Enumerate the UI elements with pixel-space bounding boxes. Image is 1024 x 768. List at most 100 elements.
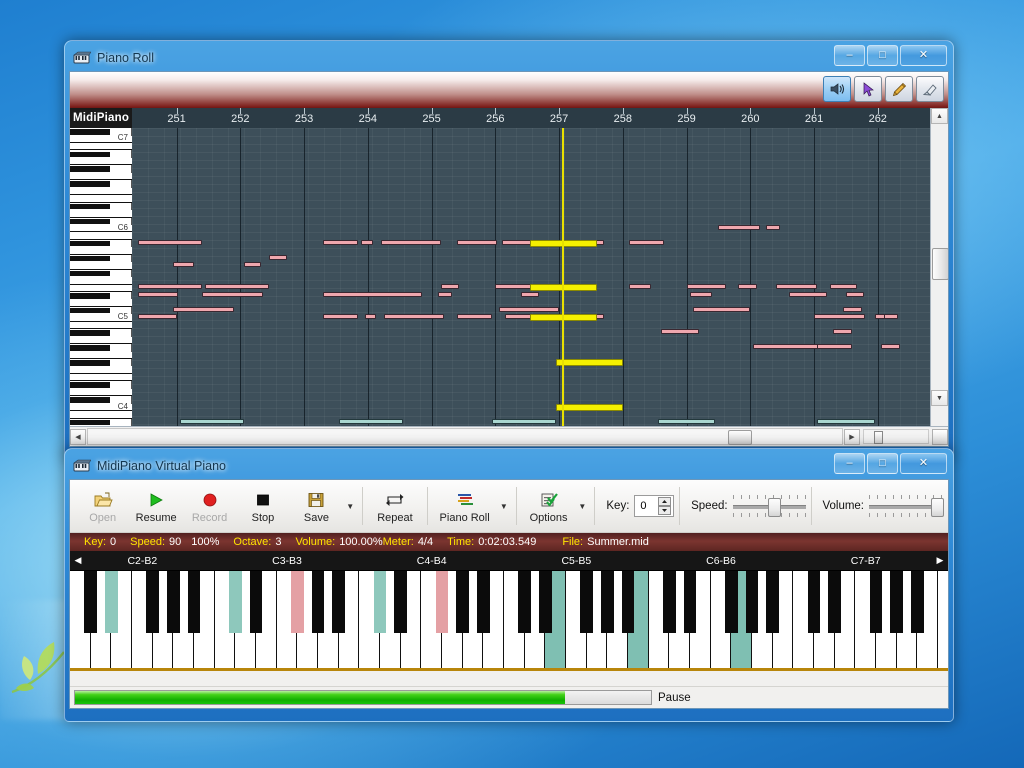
close-button[interactable]: ✕ <box>900 453 947 474</box>
piano-roll-black-key[interactable] <box>70 360 110 366</box>
close-button[interactable]: ✕ <box>900 45 947 66</box>
midi-note[interactable] <box>884 314 899 320</box>
midi-note[interactable] <box>380 239 442 245</box>
playback-progress-row[interactable]: Pause <box>70 686 948 708</box>
midi-note[interactable] <box>788 291 827 297</box>
vertical-scroll-thumb[interactable] <box>932 248 948 280</box>
speed-slider[interactable] <box>732 493 806 519</box>
piano-roll-black-key[interactable] <box>70 270 110 277</box>
piano-black-key[interactable] <box>456 571 469 633</box>
piano-roll-window-controls[interactable]: – □ ✕ <box>834 45 947 66</box>
speed-slider-knob[interactable] <box>767 498 781 517</box>
zoom-slider-thumb[interactable] <box>874 431 883 444</box>
piano-black-key[interactable] <box>807 571 821 633</box>
piano-roll-white-key[interactable] <box>70 142 132 151</box>
midi-note[interactable] <box>737 284 757 290</box>
midi-note[interactable] <box>269 254 287 260</box>
piano-roll-black-key[interactable] <box>70 151 110 157</box>
scroll-right-button[interactable]: ▶ <box>844 428 860 445</box>
piano-roll-white-key[interactable] <box>70 277 132 285</box>
piano-roll-titlebar[interactable]: Piano Roll – □ ✕ <box>69 45 949 71</box>
midi-note[interactable] <box>339 418 403 424</box>
piano-roll-black-key[interactable] <box>70 240 110 247</box>
piano-roll-black-key[interactable] <box>70 293 110 299</box>
midi-note[interactable] <box>718 224 760 230</box>
virtual-piano-keyboard[interactable] <box>70 570 948 671</box>
midi-note[interactable] <box>138 314 177 320</box>
piano-roll-white-key[interactable] <box>70 351 132 359</box>
piano-roll-white-key[interactable] <box>70 210 132 218</box>
piano-roll-white-key[interactable] <box>70 247 132 255</box>
midi-note[interactable] <box>629 284 652 290</box>
midipiano-toolbar[interactable]: Open Resume Record Stop Save ▼ Repeat Pi… <box>70 480 948 533</box>
piano-black-key[interactable] <box>766 571 779 633</box>
scroll-up-button[interactable]: ▲ <box>931 108 948 124</box>
midi-note[interactable] <box>138 291 178 297</box>
piano-roll-white-key[interactable] <box>70 373 132 382</box>
piano-black-key[interactable] <box>890 571 903 633</box>
piano-roll-keys[interactable]: C7 C6 C5 C4 <box>70 128 132 446</box>
midi-note[interactable] <box>243 262 262 268</box>
midi-note[interactable] <box>202 291 263 297</box>
piano-black-key[interactable] <box>332 571 345 633</box>
piano-roll-black-key[interactable] <box>70 181 110 187</box>
midi-note[interactable] <box>817 418 875 424</box>
midi-note[interactable] <box>657 418 716 424</box>
piano-black-key[interactable] <box>518 571 531 633</box>
midi-note[interactable] <box>364 314 377 320</box>
save-button[interactable]: Save <box>290 482 343 530</box>
piano-roll-dropdown-chevron-down-icon[interactable]: ▼ <box>497 482 511 530</box>
erase-tool-button[interactable] <box>916 76 944 102</box>
piano-roll-black-key[interactable] <box>70 345 110 351</box>
midi-note[interactable] <box>138 284 203 290</box>
midi-note[interactable] <box>205 284 270 290</box>
minimize-button[interactable]: – <box>834 453 865 474</box>
piano-roll-white-key[interactable] <box>70 284 132 292</box>
piano-roll-white-key[interactable] <box>70 195 132 203</box>
piano-black-key[interactable] <box>745 571 759 633</box>
midi-note[interactable] <box>173 306 234 312</box>
piano-black-key[interactable] <box>229 571 242 633</box>
piano-black-key[interactable] <box>187 571 201 633</box>
midi-note[interactable] <box>457 314 493 320</box>
chevron-up-icon[interactable] <box>658 497 672 506</box>
scroll-left-button[interactable]: ◀ <box>70 428 86 445</box>
resume-button[interactable]: Resume <box>129 482 182 530</box>
midi-note[interactable] <box>323 314 359 320</box>
midi-note[interactable] <box>753 344 824 350</box>
midi-note[interactable] <box>629 239 665 245</box>
piano-roll-white-key[interactable] <box>70 157 132 166</box>
midi-note[interactable] <box>323 291 422 297</box>
piano-roll-grid-column[interactable]: 251 252 253 254 255 256 257 258 259 260 261 262 <box>132 108 930 446</box>
draw-tool-button[interactable] <box>885 76 913 102</box>
piano-black-key[interactable] <box>146 571 159 633</box>
piano-roll-black-key[interactable] <box>70 129 110 135</box>
piano-roll-white-key[interactable] <box>70 262 132 270</box>
midi-note[interactable] <box>323 239 359 245</box>
piano-black-key[interactable] <box>539 571 552 633</box>
zoom-slider[interactable] <box>863 429 929 444</box>
piano-black-key[interactable] <box>373 571 387 633</box>
minimize-button[interactable]: – <box>834 45 865 66</box>
midipiano-titlebar[interactable]: MidiPiano Virtual Piano – □ ✕ <box>69 453 949 479</box>
midi-note[interactable] <box>179 418 244 424</box>
midi-note[interactable] <box>173 262 195 268</box>
midi-note[interactable] <box>880 344 901 350</box>
key-stepper[interactable]: 0 <box>634 495 675 517</box>
midi-note[interactable] <box>829 284 857 290</box>
piano-black-key[interactable] <box>683 571 697 633</box>
midi-note[interactable] <box>833 329 853 335</box>
piano-black-key[interactable] <box>580 571 593 633</box>
piano-black-key[interactable] <box>311 571 325 633</box>
maximize-button[interactable]: □ <box>867 45 898 66</box>
playback-progress-bar[interactable] <box>74 690 652 705</box>
midi-note[interactable] <box>661 329 700 335</box>
piano-roll-white-key[interactable] <box>70 232 132 240</box>
midi-note[interactable] <box>441 284 459 290</box>
midi-note[interactable] <box>138 239 203 245</box>
piano-roll-white-key[interactable] <box>70 321 132 330</box>
piano-roll-window[interactable]: Piano Roll – □ ✕ MidiPiano C7 C6 C5 C4 2… <box>64 40 954 460</box>
options-dropdown-chevron-down-icon[interactable]: ▼ <box>575 482 589 530</box>
piano-black-key[interactable] <box>477 571 490 633</box>
piano-black-key[interactable] <box>663 571 676 633</box>
